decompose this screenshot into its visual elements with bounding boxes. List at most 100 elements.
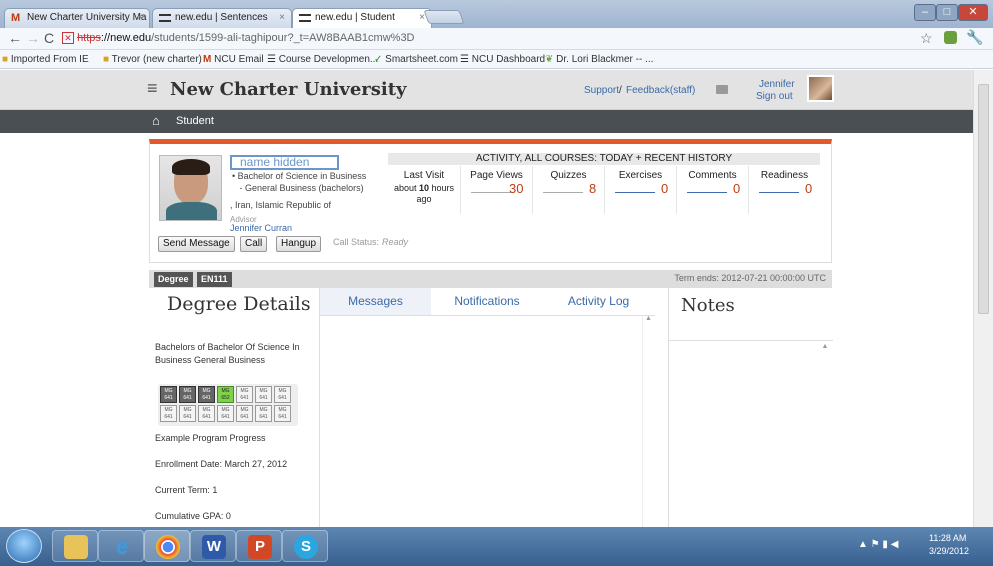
windows-taskbar: e W P S ▲ ⚑ ▮ ◀ 11:28 AM 3/29/2012: [0, 527, 993, 566]
degree-title: Degree Details: [167, 293, 311, 315]
tray-icons[interactable]: ▲ ⚑ ▮ ◀: [858, 539, 898, 550]
messages-scrollbar[interactable]: ▲: [642, 315, 654, 528]
url-path: /students/1599-ali-taghipour?_t=AW8BAAB1…: [151, 32, 415, 44]
skype-icon: S: [294, 535, 318, 559]
close-window-button[interactable]: ✕: [958, 4, 988, 21]
separator: /: [619, 85, 622, 96]
call-status: Ready: [382, 237, 409, 247]
tab-messages[interactable]: Messages: [320, 288, 431, 315]
address-bar[interactable]: ✕ https://new.edu/students/1599-ali-tagh…: [62, 30, 912, 47]
course-tile: MG 641: [217, 405, 234, 422]
tab-student[interactable]: new.edu | Student ×: [292, 8, 432, 29]
messages-content: [320, 315, 655, 528]
tab-ncu-mail[interactable]: M New Charter University Ma ×: [4, 8, 150, 28]
taskbar-skype[interactable]: S: [282, 530, 328, 562]
star-icon[interactable]: ☆: [920, 30, 933, 47]
student-name[interactable]: name hidden: [230, 155, 339, 170]
bookmark-trevor[interactable]: ■ Trevor (new charter): [103, 54, 202, 65]
degree-program: Bachelors of Bachelor Of Science In Busi…: [155, 342, 300, 365]
forward-icon[interactable]: →: [26, 30, 40, 46]
student-card: name hidden • Bachelor of Science in Bus…: [149, 139, 832, 263]
notes-area[interactable]: [669, 340, 833, 528]
chrome-icon: [156, 535, 180, 559]
support-link[interactable]: Support: [584, 85, 619, 96]
tab-label: new.edu | Sentences: [175, 12, 268, 23]
new-tab-button[interactable]: [423, 10, 465, 24]
degree-pill[interactable]: Degree: [154, 272, 193, 287]
bookmark-course-dev[interactable]: ☰ Course Developmen...: [267, 54, 378, 65]
course-pill[interactable]: EN111: [197, 272, 232, 287]
check-icon: ✓: [374, 54, 383, 65]
bookmark-ncu-dashboard[interactable]: ☰ NCU Dashboard: [460, 54, 545, 65]
powerpoint-icon: P: [248, 535, 272, 559]
call-button[interactable]: Call: [240, 236, 268, 252]
taskbar-powerpoint[interactable]: P: [236, 530, 282, 562]
course-tile: MG 641: [236, 405, 253, 422]
insecure-icon: ✕: [62, 32, 74, 45]
user-name[interactable]: Jennifer: [759, 79, 795, 90]
tab-activity-log[interactable]: Activity Log: [543, 288, 654, 315]
taskbar-ie[interactable]: e: [98, 530, 144, 562]
menu-icon: [299, 14, 311, 22]
clock-time[interactable]: 11:28 AM: [929, 533, 966, 543]
scroll-thumb[interactable]: [978, 84, 989, 314]
url-host: ://new.edu: [100, 32, 152, 44]
hangup-button[interactable]: Hangup: [276, 236, 322, 252]
sparkline: [471, 192, 511, 193]
taskbar-chrome[interactable]: [144, 530, 190, 562]
chat-icon[interactable]: [716, 85, 728, 94]
extension-icon[interactable]: [944, 31, 957, 44]
maximize-button[interactable]: □: [936, 4, 958, 21]
course-tile: MG 652: [217, 386, 234, 403]
page-views-stat[interactable]: Page Views 30: [460, 166, 532, 214]
home-icon[interactable]: ⌂: [152, 113, 160, 128]
page-scrollbar[interactable]: [973, 70, 993, 527]
course-tile: MG 641: [179, 405, 196, 422]
start-button[interactable]: [6, 529, 42, 563]
user-avatar[interactable]: [807, 75, 834, 102]
enrollment-date: Enrollment Date: March 27, 2012: [155, 459, 288, 469]
course-tile: MG 641: [179, 386, 196, 403]
quizzes-stat[interactable]: Quizzes 8: [532, 166, 604, 214]
advisor-link[interactable]: Jennifer Curran: [230, 223, 292, 233]
panel-tabs: Messages Notifications Activity Log: [320, 288, 655, 315]
course-tile: MG 641: [198, 386, 215, 403]
course-tile: MG 641: [274, 386, 291, 403]
minimize-button[interactable]: –: [914, 4, 936, 21]
tab-notifications[interactable]: Notifications: [432, 288, 542, 315]
close-icon[interactable]: ×: [279, 9, 285, 27]
send-message-button[interactable]: Send Message: [158, 236, 235, 252]
hamburger-icon[interactable]: ≡: [147, 78, 158, 99]
tab-sentences[interactable]: new.edu | Sentences ×: [152, 8, 292, 28]
progress-label: Example Program Progress: [155, 433, 266, 443]
bookmark-lori[interactable]: ❦ Dr. Lori Blackmer -- ...: [545, 54, 653, 65]
wrench-icon[interactable]: 🔧: [966, 29, 983, 46]
back-icon[interactable]: ←: [8, 30, 22, 46]
notes-scrollbar[interactable]: ▲: [819, 340, 831, 528]
bookmark-imported[interactable]: ■ Imported From IE: [2, 54, 89, 65]
term-ends: Term ends: 2012-07-21 00:00:00 UTC: [674, 273, 826, 283]
nav-student[interactable]: Student: [176, 115, 214, 127]
leaf-icon: ❦: [545, 54, 554, 65]
bookmark-ncu-email[interactable]: M NCU Email: [203, 54, 264, 65]
clock-date[interactable]: 3/29/2012: [929, 546, 969, 556]
activity-header: ACTIVITY, ALL COURSES: TODAY + RECENT HI…: [388, 153, 820, 165]
taskbar-word[interactable]: W: [190, 530, 236, 562]
brand[interactable]: New Charter University: [170, 79, 407, 100]
notes-title: Notes: [681, 295, 735, 316]
app-header: ≡ New Charter University Support / Feedb…: [0, 70, 973, 110]
sign-out-link[interactable]: Sign out: [756, 91, 793, 102]
sparkline: [615, 192, 655, 193]
taskbar-explorer[interactable]: [52, 530, 98, 562]
exercises-stat[interactable]: Exercises 0: [604, 166, 676, 214]
reload-icon[interactable]: C: [44, 30, 54, 46]
course-grid: MG 641 MG 641 MG 641 MG 652 MG 641 MG 641 MG 6…: [158, 384, 298, 426]
readiness-stat[interactable]: Readiness 0: [748, 166, 820, 214]
tab-label: New Charter University Ma: [27, 12, 147, 23]
close-icon[interactable]: ×: [137, 9, 143, 27]
course-row: MG 641 MG 641 MG 641 MG 641 MG 641 MG 641 MG 6…: [160, 405, 296, 422]
feedback-link[interactable]: Feedback(staff): [626, 85, 695, 96]
comments-stat[interactable]: Comments 0: [676, 166, 748, 214]
last-visit: Last Visit about 10 hours ago: [393, 170, 455, 204]
bookmark-smartsheet[interactable]: ✓ Smartsheet.com: [374, 54, 458, 65]
